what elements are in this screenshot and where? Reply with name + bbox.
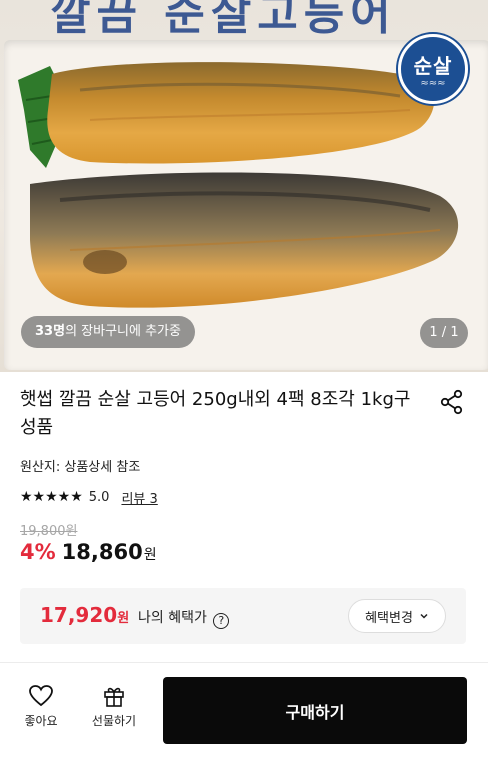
gift-label: 선물하기 <box>91 714 137 728</box>
product-image[interactable]: 깔끔 순살고등어 순살 ≈≈≈ 33명의 장바구니에 추가중 1 / 1 <box>0 0 488 372</box>
like-label: 좋아요 <box>24 714 58 728</box>
boneless-badge: 순살 ≈≈≈ <box>398 34 468 104</box>
wave-icon: ≈≈≈ <box>420 77 446 89</box>
review-link[interactable]: 리뷰 3 <box>121 488 157 507</box>
cart-count-suffix: 의 장바구니에 추가중 <box>65 324 181 339</box>
price-row: 4% 18,860 원 <box>20 540 157 564</box>
sale-price-currency: 원 <box>143 547 157 563</box>
cart-count: 33명 <box>35 324 66 339</box>
benefit-price: 17,920원 <box>40 603 129 627</box>
like-button[interactable]: 좋아요 <box>20 684 62 729</box>
rating-row: ★★★★★ 5.0 리뷰 3 <box>20 487 158 507</box>
buy-button[interactable]: 구매하기 <box>163 677 467 744</box>
change-benefit-button[interactable]: 혜택변경 <box>348 599 446 633</box>
benefit-price-currency: 원 <box>117 611 130 626</box>
info-icon[interactable]: ? <box>213 613 230 629</box>
heart-icon <box>29 685 53 707</box>
benefit-label: 나의 혜택가 ? <box>138 607 230 629</box>
rating-score: 5.0 <box>88 489 110 505</box>
benefit-price-value: 17,920 <box>40 603 118 627</box>
sale-price: 18,860 <box>61 540 143 564</box>
chevron-down-icon <box>420 613 428 619</box>
share-icon[interactable] <box>438 388 466 416</box>
gift-icon <box>104 687 124 707</box>
cart-count-pill: 33명의 장바구니에 추가중 <box>21 316 195 348</box>
star-rating-icon: ★★★★★ <box>20 489 83 505</box>
discount-rate: 4% <box>20 540 56 564</box>
original-price: 19,800원 <box>20 524 78 539</box>
gift-button[interactable]: 선물하기 <box>86 684 142 729</box>
origin-info: 원산지: 상품상세 참조 <box>20 460 141 475</box>
badge-text: 순살 <box>413 53 453 78</box>
divider <box>0 662 488 663</box>
image-page-indicator: 1 / 1 <box>420 318 468 348</box>
benefit-label-text: 나의 혜택가 <box>138 610 207 626</box>
change-benefit-label: 혜택변경 <box>365 610 413 626</box>
product-title: 햇썹 깔끔 순살 고등어 250g내외 4팩 8조각 1kg구성품 <box>20 389 411 438</box>
fish-fillet-top <box>47 62 435 164</box>
benefit-box: 17,920원 나의 혜택가 ? 혜택변경 <box>20 588 466 644</box>
